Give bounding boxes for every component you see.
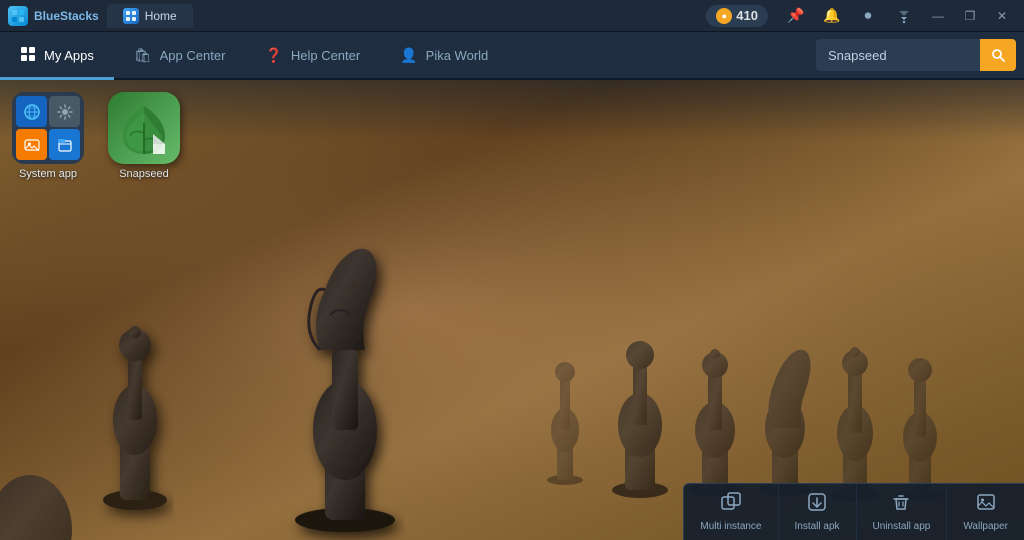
title-bar-controls: ● 410 📌 🔔 ⏺ — ❐ ✕ (706, 0, 1016, 32)
files-cell (49, 129, 80, 160)
wallpaper-label: Wallpaper (963, 521, 1008, 532)
app-grid: System app (12, 92, 180, 180)
bottom-toolbar: Multi instance Install apk (683, 483, 1024, 540)
pika-world-label: Pika World (426, 48, 489, 63)
multi-instance-label: Multi instance (700, 521, 761, 532)
install-apk-icon (807, 492, 827, 517)
my-apps-icon (20, 46, 36, 65)
install-apk-label: Install apk (795, 521, 840, 532)
app-center-icon: 🛍 (134, 47, 152, 64)
globe-cell (16, 96, 47, 127)
apps-row: System app (12, 92, 180, 180)
bluestacks-logo: BlueStacks (8, 6, 99, 26)
tab-app-center[interactable]: 🛍 App Center (114, 34, 246, 80)
help-center-icon: ❓ (265, 47, 282, 64)
uninstall-app-button[interactable]: Uninstall app (857, 484, 948, 540)
network-icon-btn[interactable] (888, 0, 920, 32)
tab-help-center[interactable]: ❓ Help Center (245, 34, 380, 80)
record-icon-btn[interactable]: ⏺ (852, 0, 884, 32)
gear-cell (49, 96, 80, 127)
tab-pika-world[interactable]: 👤 Pika World (380, 34, 508, 80)
title-bar: BlueStacks Home ● 410 📌 🔔 ⏺ (0, 0, 1024, 32)
bluestacks-logo-icon (8, 6, 28, 26)
snapseed-label: Snapseed (119, 168, 169, 180)
tab-favicon (123, 8, 139, 24)
system-app-icon (12, 92, 84, 164)
wallpaper-icon (976, 492, 996, 517)
minimize-button[interactable]: — (924, 5, 952, 27)
system-app-label: System app (19, 168, 77, 180)
multi-instance-button[interactable]: Multi instance (684, 484, 778, 540)
bell-icon-btn[interactable]: 🔔 (816, 0, 848, 32)
my-apps-label: My Apps (44, 48, 94, 63)
pin-icon-btn[interactable]: 📌 (780, 0, 812, 32)
logo-text: BlueStacks (34, 9, 99, 23)
help-center-label: Help Center (291, 48, 360, 63)
nav-bar: My Apps 🛍 App Center ❓ Help Center 👤 Pik… (0, 32, 1024, 80)
coins-badge[interactable]: ● 410 (706, 5, 768, 27)
install-apk-button[interactable]: Install apk (779, 484, 857, 540)
app-center-label: App Center (160, 48, 226, 63)
close-button[interactable]: ✕ (988, 5, 1016, 27)
main-content: System app (0, 80, 1024, 540)
uninstall-app-icon (891, 492, 911, 517)
coins-value: 410 (736, 8, 758, 23)
nav-search (816, 32, 1024, 78)
maximize-button[interactable]: ❐ (956, 5, 984, 27)
snapseed-item[interactable]: Snapseed (108, 92, 180, 180)
coin-icon: ● (716, 8, 732, 24)
tab-my-apps[interactable]: My Apps (0, 34, 114, 80)
pika-world-icon: 👤 (400, 47, 417, 64)
search-button[interactable] (980, 39, 1016, 71)
title-bar-left: BlueStacks Home (8, 4, 193, 28)
uninstall-app-label: Uninstall app (873, 521, 931, 532)
snapseed-icon (108, 92, 180, 164)
multi-instance-icon (721, 492, 741, 517)
wallpaper-button[interactable]: Wallpaper (947, 484, 1024, 540)
title-bar-tab[interactable]: Home (107, 4, 193, 28)
system-app-item[interactable]: System app (12, 92, 84, 180)
tab-label: Home (145, 9, 177, 23)
photo-cell (16, 129, 47, 160)
search-input[interactable] (828, 48, 968, 63)
search-wrapper (816, 39, 980, 71)
